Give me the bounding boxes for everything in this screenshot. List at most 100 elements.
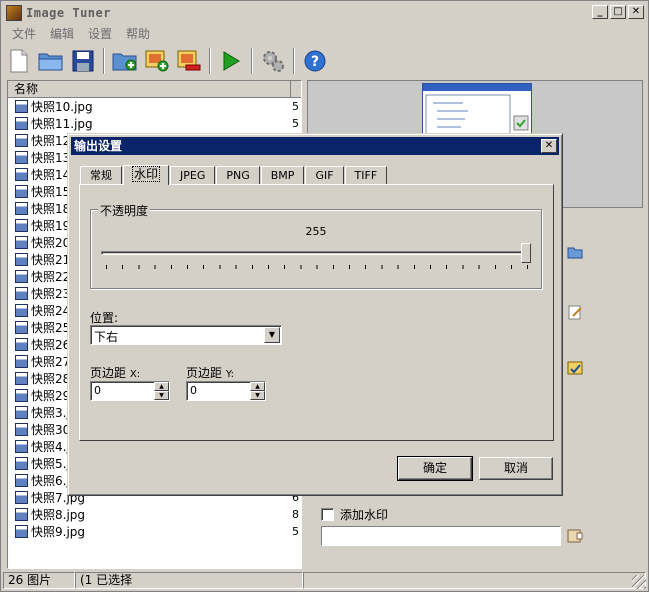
opacity-value: 255 [305, 225, 327, 238]
margin-y-spinner[interactable]: 0 ▲ ▼ [186, 381, 266, 401]
margin-x-label-text: 页边距 [90, 366, 127, 380]
play-icon[interactable] [217, 47, 245, 75]
file-size: 5 [292, 525, 299, 538]
opacity-slider-ticks [106, 265, 528, 269]
image-file-icon [15, 338, 28, 351]
list-item[interactable]: 快照8.jpg 8 [8, 506, 301, 523]
file-name: 快照4.j [31, 440, 70, 454]
resize-grip[interactable] [632, 575, 646, 589]
opacity-group: 不透明度 255 [90, 202, 542, 289]
file-name: 快照22 [31, 270, 71, 284]
margin-x-down-button[interactable]: ▼ [154, 391, 169, 400]
margin-x-up-button[interactable]: ▲ [154, 382, 169, 391]
chevron-down-icon[interactable]: ▼ [264, 327, 280, 343]
dialog-title-text: 输出设置 [74, 139, 123, 153]
settings-gears-icon[interactable] [259, 47, 287, 75]
file-name: 快照11.jpg [31, 117, 93, 131]
add-watermark-label: 添加水印 [340, 508, 389, 522]
menu-edit[interactable]: 编辑 [43, 23, 81, 43]
tab-watermark[interactable]: 水印 [123, 165, 170, 185]
status-image-count: 26 图片 [3, 571, 75, 589]
image-file-icon [15, 185, 28, 198]
add-watermark-checkbox[interactable] [321, 508, 334, 521]
image-file-icon [15, 372, 28, 385]
list-item[interactable]: 快照11.jpg 5 [8, 115, 301, 132]
tab-general[interactable]: 常规 [80, 166, 122, 185]
file-name: 快照8.jpg [31, 508, 86, 522]
cancel-button[interactable]: 取消 [479, 457, 553, 480]
image-file-icon [15, 508, 28, 521]
file-name: 快照25 [31, 321, 71, 335]
browse-folder-icon[interactable] [567, 244, 583, 260]
tab-gif[interactable]: GIF [305, 166, 344, 185]
margin-y-down-button[interactable]: ▼ [250, 391, 265, 400]
opacity-slider-thumb[interactable] [521, 243, 531, 263]
file-name: 快照24 [31, 304, 71, 318]
menu-settings[interactable]: 设置 [81, 23, 119, 43]
position-select[interactable]: 下右 ▼ [90, 325, 282, 345]
margin-y-axis: Y: [225, 369, 234, 380]
save-icon[interactable] [69, 47, 97, 75]
opacity-slider-track[interactable] [101, 251, 531, 255]
image-file-icon [15, 168, 28, 181]
menu-help[interactable]: 帮助 [119, 23, 157, 43]
add-watermark-row[interactable]: 添加水印 [321, 506, 388, 523]
image-file-icon [15, 457, 28, 470]
watermark-text-input[interactable] [321, 526, 561, 546]
file-name: 快照3.j [31, 406, 70, 420]
list-header: 名称 [8, 81, 301, 98]
watermark-image-icon[interactable] [567, 528, 583, 544]
file-name: 快照30 [31, 423, 71, 437]
file-name: 快照21 [31, 253, 71, 267]
file-name: 快照29 [31, 389, 71, 403]
tab-jpeg[interactable]: JPEG [170, 166, 216, 185]
window-title: Image Tuner [26, 6, 111, 20]
minimize-button[interactable]: _ [592, 5, 608, 19]
image-file-icon [15, 236, 28, 249]
margin-x-spinner[interactable]: 0 ▲ ▼ [90, 381, 170, 401]
image-file-icon [15, 355, 28, 368]
file-name: 快照28 [31, 372, 71, 386]
tab-bmp[interactable]: BMP [260, 166, 305, 185]
file-name: 快照14 [31, 168, 71, 182]
file-name: 快照13 [31, 151, 71, 165]
dialog-title: 输出设置 ✕ [71, 137, 559, 155]
toolbar-separator [293, 48, 295, 74]
file-name: 快照20 [31, 236, 71, 250]
remove-image-icon[interactable] [175, 47, 203, 75]
image-options-icon[interactable] [567, 360, 583, 376]
open-folder-icon[interactable] [37, 47, 65, 75]
column-header-name[interactable]: 名称 [8, 81, 291, 97]
margin-y-up-button[interactable]: ▲ [250, 382, 265, 391]
close-button[interactable]: ✕ [628, 5, 644, 19]
maximize-button[interactable]: □ [610, 5, 626, 19]
file-name: 快照23 [31, 287, 71, 301]
toolbar-separator [103, 48, 105, 74]
list-item[interactable]: 快照9.jpg 5 [8, 523, 301, 540]
add-images-icon[interactable] [143, 47, 171, 75]
edit-icon[interactable] [567, 304, 583, 320]
list-item[interactable]: 快照10.jpg 5 [8, 98, 301, 115]
tab-watermark-label: 水印 [131, 166, 161, 182]
image-file-icon [15, 423, 28, 436]
margin-x-value: 0 [94, 384, 101, 397]
help-icon[interactable]: ? [301, 47, 329, 75]
tab-tiff[interactable]: TIFF [344, 166, 388, 185]
tab-png[interactable]: PNG [216, 166, 260, 185]
menu-file[interactable]: 文件 [5, 23, 43, 43]
ok-button[interactable]: 确定 [397, 456, 473, 481]
file-size: 5 [292, 100, 299, 113]
file-name: 快照12 [31, 134, 71, 148]
dialog-close-button[interactable]: ✕ [541, 139, 557, 153]
image-file-icon [15, 117, 28, 130]
add-folder-icon[interactable] [111, 47, 139, 75]
tab-strip: 常规 水印 JPEG PNG BMP GIF TIFF [80, 165, 388, 185]
file-size: 5 [292, 117, 299, 130]
file-name: 快照19 [31, 219, 71, 233]
new-file-icon[interactable] [5, 47, 33, 75]
margin-y-value: 0 [190, 384, 197, 397]
status-empty [303, 571, 646, 589]
image-file-icon [15, 525, 28, 538]
image-file-icon [15, 151, 28, 164]
opacity-group-label: 不透明度 [98, 202, 151, 219]
